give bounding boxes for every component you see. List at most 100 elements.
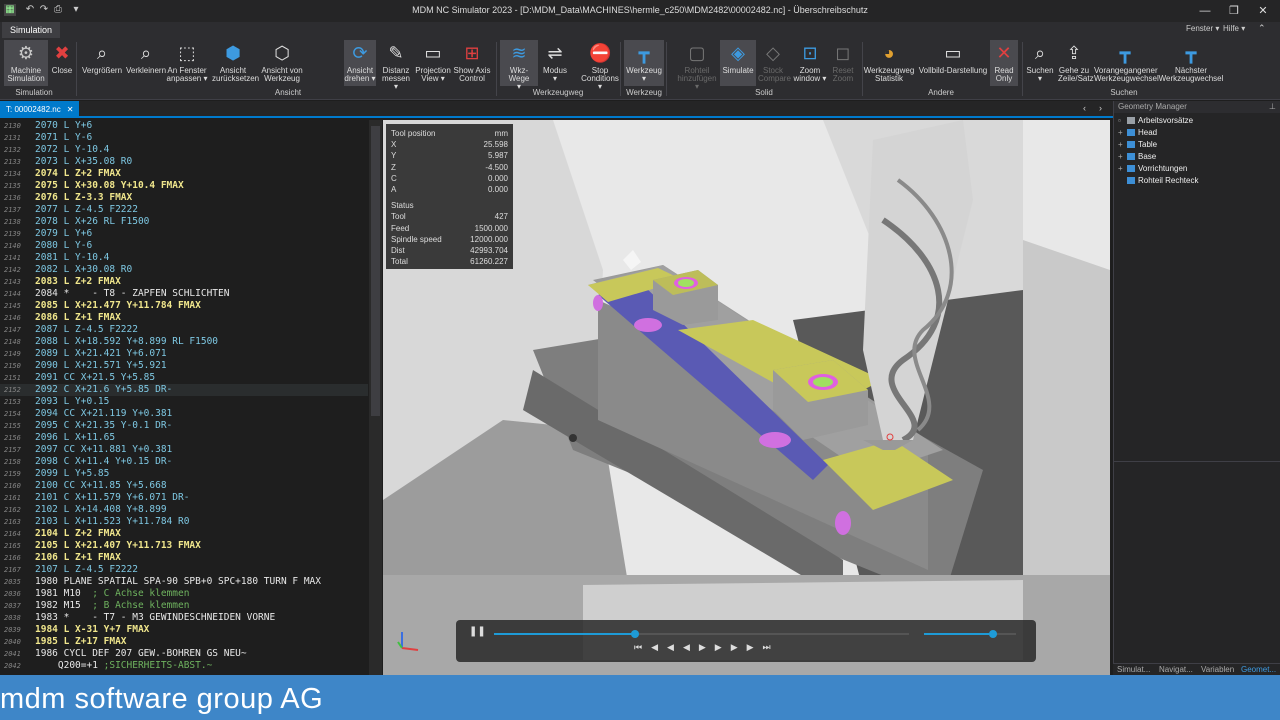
expand-icon[interactable]: +: [1118, 139, 1127, 151]
geometry-tree-item[interactable]: + Head: [1118, 127, 1157, 139]
zoom-window-button[interactable]: ⊡ Zoom window ▾: [792, 40, 828, 86]
close-window-button[interactable]: ✕: [1248, 3, 1278, 19]
add-stock-button[interactable]: ▢ Rohteil hinzufügen ▾: [676, 40, 718, 91]
geometry-tree-item[interactable]: Rohteil Rechteck: [1118, 175, 1198, 187]
mode-button[interactable]: ⇌ Modus ▾: [540, 40, 570, 86]
code-line[interactable]: 2153 2093 L Y+0.15: [0, 396, 368, 408]
minimize-button[interactable]: —: [1190, 3, 1220, 19]
stock-compare-button[interactable]: ◇ Stock Compare: [758, 40, 791, 86]
code-line[interactable]: 2146 2086 L Z+1 FMAX: [0, 312, 368, 324]
expand-icon[interactable]: ▫: [1118, 115, 1127, 127]
read-only-button[interactable]: ✕ Read Only: [990, 40, 1018, 86]
step-buttons[interactable]: ⏮◀◀◀▶▶▶▶⏭: [634, 642, 844, 653]
progress-handle[interactable]: [631, 630, 640, 638]
projection-view-button[interactable]: ▭ Projection View ▾: [414, 40, 452, 86]
expand-icon[interactable]: +: [1118, 163, 1127, 175]
code-line[interactable]: 2160 2100 CC X+11.85 Y+5.668: [0, 480, 368, 492]
code-line[interactable]: 2164 2104 L Z+2 FMAX: [0, 528, 368, 540]
stop-conditions-button[interactable]: ⛔ Stop Conditions ▾: [578, 40, 622, 91]
expand-icon[interactable]: +: [1118, 127, 1127, 139]
code-line[interactable]: 2137 2077 L Z-4.5 F2222: [0, 204, 368, 216]
code-line[interactable]: 2163 2103 L X+11.523 Y+11.784 R0: [0, 516, 368, 528]
code-line[interactable]: 2157 2097 CC X+11.881 Y+0.381: [0, 444, 368, 456]
zoom-in-button[interactable]: ⌕ Vergrößern: [82, 40, 122, 86]
code-line[interactable]: 2156 2096 L X+11.65: [0, 432, 368, 444]
code-line[interactable]: 2162 2102 L X+14.408 Y+8.899: [0, 504, 368, 516]
expand-icon[interactable]: +: [1118, 151, 1127, 163]
code-line[interactable]: 2139 2079 L Y+6: [0, 228, 368, 240]
code-line[interactable]: 2141 2081 L Y-10.4: [0, 252, 368, 264]
code-line[interactable]: 2042 Q200=+1 ;SICHERHEITS-ABST.~: [0, 660, 368, 672]
maximize-button[interactable]: ❐: [1219, 3, 1249, 19]
code-line[interactable]: 2036 1981 M10 ; C Achse klemmen: [0, 588, 368, 600]
code-line[interactable]: 2040 1985 L Z+17 FMAX: [0, 636, 368, 648]
code-line[interactable]: 2158 2098 C X+11.4 Y+0.15 DR-: [0, 456, 368, 468]
code-line[interactable]: 2133 2073 L X+35.08 R0: [0, 156, 368, 168]
code-line[interactable]: 2140 2080 L Y-6: [0, 240, 368, 252]
pause-button[interactable]: ❚❚: [469, 626, 486, 637]
geometry-tree-item[interactable]: + Base: [1118, 151, 1156, 163]
show-axis-control-button[interactable]: ⊞ Show Axis Control: [452, 40, 492, 86]
tab-document[interactable]: T: 00002482.nc ✕: [0, 101, 80, 118]
reset-zoom-button[interactable]: ◻ Reset Zoom: [830, 40, 856, 86]
progress-track[interactable]: [494, 630, 909, 638]
scrollbar-thumb[interactable]: [371, 126, 380, 416]
code-line[interactable]: 2167 2107 L Z-4.5 F2222: [0, 564, 368, 576]
code-line[interactable]: 2155 2095 C X+21.35 Y-0.1 DR-: [0, 420, 368, 432]
geometry-tree-item[interactable]: ▫ Arbeitsvorsätze: [1118, 115, 1193, 127]
code-line[interactable]: 2138 2078 L X+26 RL F1500: [0, 216, 368, 228]
machine-simulation-button[interactable]: ⚙ Machine Simulation: [4, 40, 48, 86]
code-line[interactable]: 2151 2091 CC X+21.5 Y+5.85: [0, 372, 368, 384]
toolpath-button[interactable]: ≋ Wkz-Wege ▾: [500, 40, 538, 91]
ribbon-collapse-icon[interactable]: ⌃: [1258, 23, 1266, 34]
geometry-tree-item[interactable]: + Vorrichtungen: [1118, 163, 1187, 175]
rotate-view-button[interactable]: ⟳ Ansicht drehen ▾: [344, 40, 376, 86]
fit-window-button[interactable]: ⬚ An Fenster anpassen ▾: [166, 40, 208, 86]
tab-scroll-left-icon[interactable]: ‹: [1083, 103, 1086, 113]
code-line[interactable]: 2159 2099 L Y+5.85: [0, 468, 368, 480]
code-line[interactable]: 2147 2087 L Z-4.5 F2222: [0, 324, 368, 336]
code-line[interactable]: 2166 2106 L Z+1 FMAX: [0, 552, 368, 564]
next-tool-change-button[interactable]: ┳ Nächster Werkzeugwechsel: [1158, 40, 1224, 86]
reset-view-button[interactable]: ⬢ Ansicht zurücksetzen: [212, 40, 259, 86]
side-panel-tab[interactable]: Geomet...: [1241, 665, 1276, 674]
nc-code-editor[interactable]: 2130 2070 L Y+6 2131 2071 L Y-6 2132 2072 L Y…: [0, 120, 382, 675]
code-line[interactable]: 2134 2074 L Z+2 FMAX: [0, 168, 368, 180]
code-line[interactable]: 2041 1986 CYCL DEF 207 GEW.-BOHREN GS NEU…: [0, 648, 368, 660]
code-line[interactable]: 2161 2101 C X+11.579 Y+6.071 DR-: [0, 492, 368, 504]
tab-simulation[interactable]: Simulation: [2, 22, 61, 38]
fullscreen-button[interactable]: ▭ Vollbild-Darstellung: [916, 40, 990, 86]
code-line[interactable]: 2130 2070 L Y+6: [0, 120, 368, 132]
speed-track[interactable]: [924, 630, 1016, 638]
code-line[interactable]: 2143 2083 L Z+2 FMAX: [0, 276, 368, 288]
code-line[interactable]: 2152 2092 C X+21.6 Y+5.85 DR-: [0, 384, 368, 396]
zoom-out-button[interactable]: ⌕ Verkleinern: [126, 40, 166, 86]
editor-scrollbar[interactable]: [369, 120, 382, 675]
side-panel-tab[interactable]: Navigat...: [1159, 665, 1193, 674]
view-from-tool-button[interactable]: ⬡ Ansicht von Werkzeug: [258, 40, 306, 86]
code-line[interactable]: 2142 2082 L X+30.08 R0: [0, 264, 368, 276]
code-line[interactable]: 2038 1983 * - T7 - M3 GEWINDESCHNEIDEN VO…: [0, 612, 368, 624]
code-line[interactable]: 2149 2089 L X+21.421 Y+6.071: [0, 348, 368, 360]
code-line[interactable]: 2150 2090 L X+21.571 Y+5.921: [0, 360, 368, 372]
pin-icon[interactable]: ⊥: [1269, 102, 1276, 111]
code-line[interactable]: 2148 2088 L X+18.592 Y+8.899 RL F1500: [0, 336, 368, 348]
search-button[interactable]: ⌕ Suchen ▾: [1024, 40, 1056, 86]
code-line[interactable]: 2035 1980 PLANE SPATIAL SPA-90 SPB+0 SPC+…: [0, 576, 368, 588]
code-line[interactable]: 2136 2076 L Z-3.3 FMAX: [0, 192, 368, 204]
code-line[interactable]: 2131 2071 L Y-6: [0, 132, 368, 144]
close-tab-icon[interactable]: ✕: [67, 105, 74, 114]
measure-distance-button[interactable]: ✎ Distanz messen ▾: [380, 40, 412, 91]
code-line[interactable]: 2037 1982 M15 ; B Achse klemmen: [0, 600, 368, 612]
code-line[interactable]: 2144 2084 * - T8 - ZAPFEN SCHLICHTEN: [0, 288, 368, 300]
code-line[interactable]: 2132 2072 L Y-10.4: [0, 144, 368, 156]
previous-tool-change-button[interactable]: ┳ Vorangegangener Werkzeugwechsel: [1094, 40, 1159, 86]
tab-scroll-right-icon[interactable]: ›: [1099, 103, 1102, 113]
goto-line-button[interactable]: ⇪ Gehe zu Zeile/Satz: [1058, 40, 1094, 86]
tool-button[interactable]: ┳ Werkzeug ▾: [624, 40, 664, 86]
code-line[interactable]: 2145 2085 L X+21.477 Y+11.784 FMAX: [0, 300, 368, 312]
toolpath-statistics-button[interactable]: ◕ Werkzeugweg Statistik: [862, 40, 916, 86]
menu-hilfe[interactable]: Hilfe ▾: [1223, 24, 1245, 33]
code-line[interactable]: 2135 2075 L X+30.08 Y+10.4 FMAX: [0, 180, 368, 192]
menu-fenster[interactable]: Fenster ▾: [1186, 24, 1219, 33]
